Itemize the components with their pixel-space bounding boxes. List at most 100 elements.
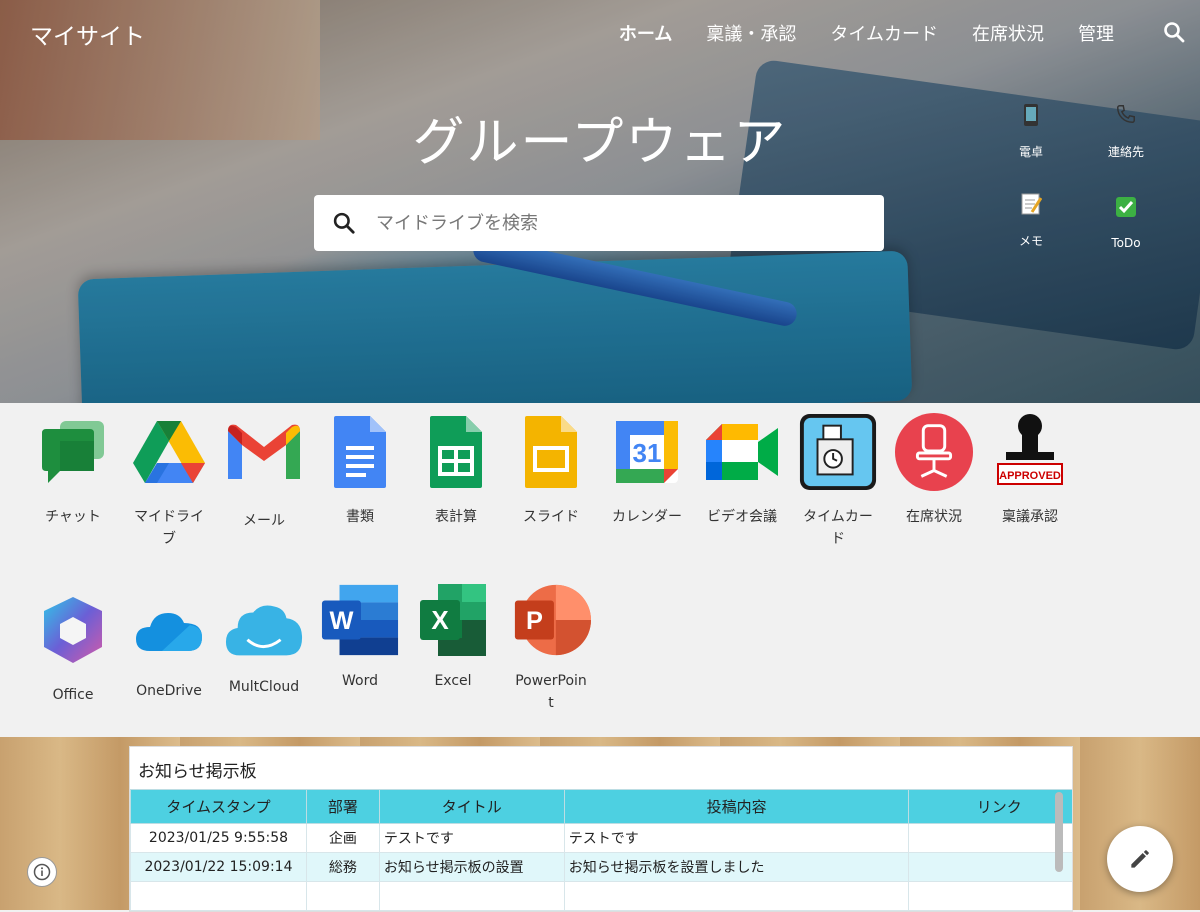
app-presence[interactable]: 在席状況: [886, 412, 982, 528]
checkbox-icon: [1086, 196, 1166, 222]
word-icon: W: [320, 578, 400, 662]
drive-search-input[interactable]: [374, 212, 858, 235]
info-icon: [33, 863, 51, 881]
phone-icon: [991, 103, 1071, 129]
meet-icon: [702, 412, 782, 492]
column-header[interactable]: リンク: [909, 790, 1073, 824]
office-icon: [33, 590, 113, 670]
app-timecard[interactable]: タイムカード: [790, 412, 886, 550]
search-icon[interactable]: [331, 210, 357, 236]
drive-search-box: [314, 195, 884, 251]
app-meet[interactable]: ビデオ会議: [694, 412, 790, 528]
app-approval[interactable]: APPROVED 稟議承認: [982, 412, 1078, 528]
quick-link-label: 連絡先: [1086, 143, 1166, 160]
table-header-row: タイムスタンプ 部署 タイトル 投稿内容 リンク: [131, 790, 1074, 824]
cell-department: 総務: [306, 853, 379, 882]
app-word[interactable]: W Word: [312, 578, 408, 692]
telephone-icon: [1086, 103, 1166, 129]
quick-link-contacts[interactable]: 連絡先: [1086, 103, 1166, 160]
docs-icon: [320, 412, 400, 492]
quick-link-calculator[interactable]: 電卓: [991, 103, 1071, 160]
stamp-text: APPROVED: [999, 470, 1061, 482]
quick-link-memo[interactable]: メモ: [991, 192, 1071, 249]
cell-title: お知らせ掲示板の設置: [379, 853, 564, 882]
nav-approval[interactable]: 稟議・承認: [706, 20, 796, 46]
app-label: カレンダー: [599, 506, 695, 528]
app-multcloud[interactable]: MultCloud: [216, 590, 312, 698]
quick-link-label: 電卓: [991, 143, 1071, 160]
onedrive-icon: [129, 590, 209, 670]
nav-timecard[interactable]: タイムカード: [830, 20, 938, 46]
cell-timestamp: 2023/01/25 9:55:58: [131, 824, 307, 853]
slides-icon: [511, 412, 591, 492]
app-label: 在席状況: [886, 506, 982, 528]
app-label: メール: [216, 510, 312, 532]
nav-admin[interactable]: 管理: [1078, 20, 1114, 46]
info-button[interactable]: [27, 857, 57, 887]
app-onedrive[interactable]: OneDrive: [121, 590, 217, 702]
notice-table: タイムスタンプ 部署 タイトル 投稿内容 リンク 2023/01/25 9:55…: [130, 789, 1073, 912]
memo-icon: [991, 192, 1071, 218]
app-label: MultCloud: [216, 676, 312, 698]
cell-content: テストです: [564, 824, 909, 853]
pencil-icon: [1127, 846, 1153, 872]
column-header[interactable]: 部署: [306, 790, 379, 824]
svg-text:X: X: [431, 605, 449, 635]
chair-icon: [894, 412, 974, 492]
app-excel[interactable]: X Excel: [405, 578, 501, 692]
svg-text:P: P: [526, 607, 543, 635]
cell-content: お知らせ掲示板を設置しました: [564, 853, 909, 882]
board-title: お知らせ掲示板: [138, 757, 257, 782]
nav-presence[interactable]: 在席状況: [972, 20, 1044, 46]
app-label: スライド: [503, 506, 599, 528]
powerpoint-icon: P: [511, 578, 591, 662]
app-drive[interactable]: マイドライブ: [121, 412, 217, 550]
app-powerpoint[interactable]: P PowerPoint: [503, 578, 599, 714]
cell-title: テストです: [379, 824, 564, 853]
app-mail[interactable]: メール: [216, 412, 312, 532]
approved-stamp-icon: APPROVED: [990, 412, 1070, 492]
excel-icon: X: [413, 578, 493, 662]
calendar-icon: 31: [607, 412, 687, 492]
app-label: Excel: [405, 670, 501, 692]
table-row[interactable]: 2023/01/25 9:55:58 企画 テストです テストです: [131, 824, 1074, 853]
app-calendar[interactable]: 31 カレンダー: [599, 412, 695, 528]
calendar-day-text: 31: [633, 438, 662, 468]
column-header[interactable]: タイトル: [379, 790, 564, 824]
app-office[interactable]: Office: [25, 590, 121, 706]
app-sheets[interactable]: 表計算: [408, 412, 504, 528]
quick-link-todo[interactable]: ToDo: [1086, 196, 1166, 250]
chat-icon: [33, 412, 113, 492]
board-scrollbar[interactable]: [1055, 792, 1063, 872]
sheets-icon: [416, 412, 496, 492]
app-label: チャット: [25, 506, 121, 528]
table-row: [131, 882, 1074, 911]
column-header[interactable]: 投稿内容: [564, 790, 909, 824]
app-label: OneDrive: [121, 680, 217, 702]
svg-text:W: W: [329, 607, 353, 635]
nav-home[interactable]: ホーム: [619, 20, 672, 46]
column-header[interactable]: タイムスタンプ: [131, 790, 307, 824]
app-chat[interactable]: チャット: [25, 412, 121, 528]
app-label: 書類: [312, 506, 408, 528]
search-icon[interactable]: [1162, 20, 1186, 44]
top-nav: ホーム 稟議・承認 タイムカード 在席状況 管理: [619, 20, 1114, 46]
edit-button[interactable]: [1107, 826, 1173, 892]
gmail-icon: [224, 412, 304, 492]
cell-timestamp: 2023/01/22 15:09:14: [131, 853, 307, 882]
app-label: PowerPoint: [503, 670, 599, 714]
app-label: ビデオ会議: [694, 506, 790, 528]
timecard-icon: [798, 412, 878, 492]
app-label: 表計算: [408, 506, 504, 528]
table-row[interactable]: 2023/01/22 15:09:14 総務 お知らせ掲示板の設置 お知らせ掲示…: [131, 853, 1074, 882]
app-slides[interactable]: スライド: [503, 412, 599, 528]
app-label: マイドライブ: [121, 506, 217, 550]
cell-link[interactable]: [909, 853, 1073, 882]
app-label: Office: [25, 684, 121, 706]
app-label: 稟議承認: [982, 506, 1078, 528]
cell-link[interactable]: [909, 824, 1073, 853]
notice-board: お知らせ掲示板 タイムスタンプ 部署 タイトル 投稿内容 リンク 2023/01…: [129, 746, 1073, 912]
site-title[interactable]: マイサイト: [30, 17, 145, 51]
drive-icon: [129, 412, 209, 492]
app-docs[interactable]: 書類: [312, 412, 408, 528]
